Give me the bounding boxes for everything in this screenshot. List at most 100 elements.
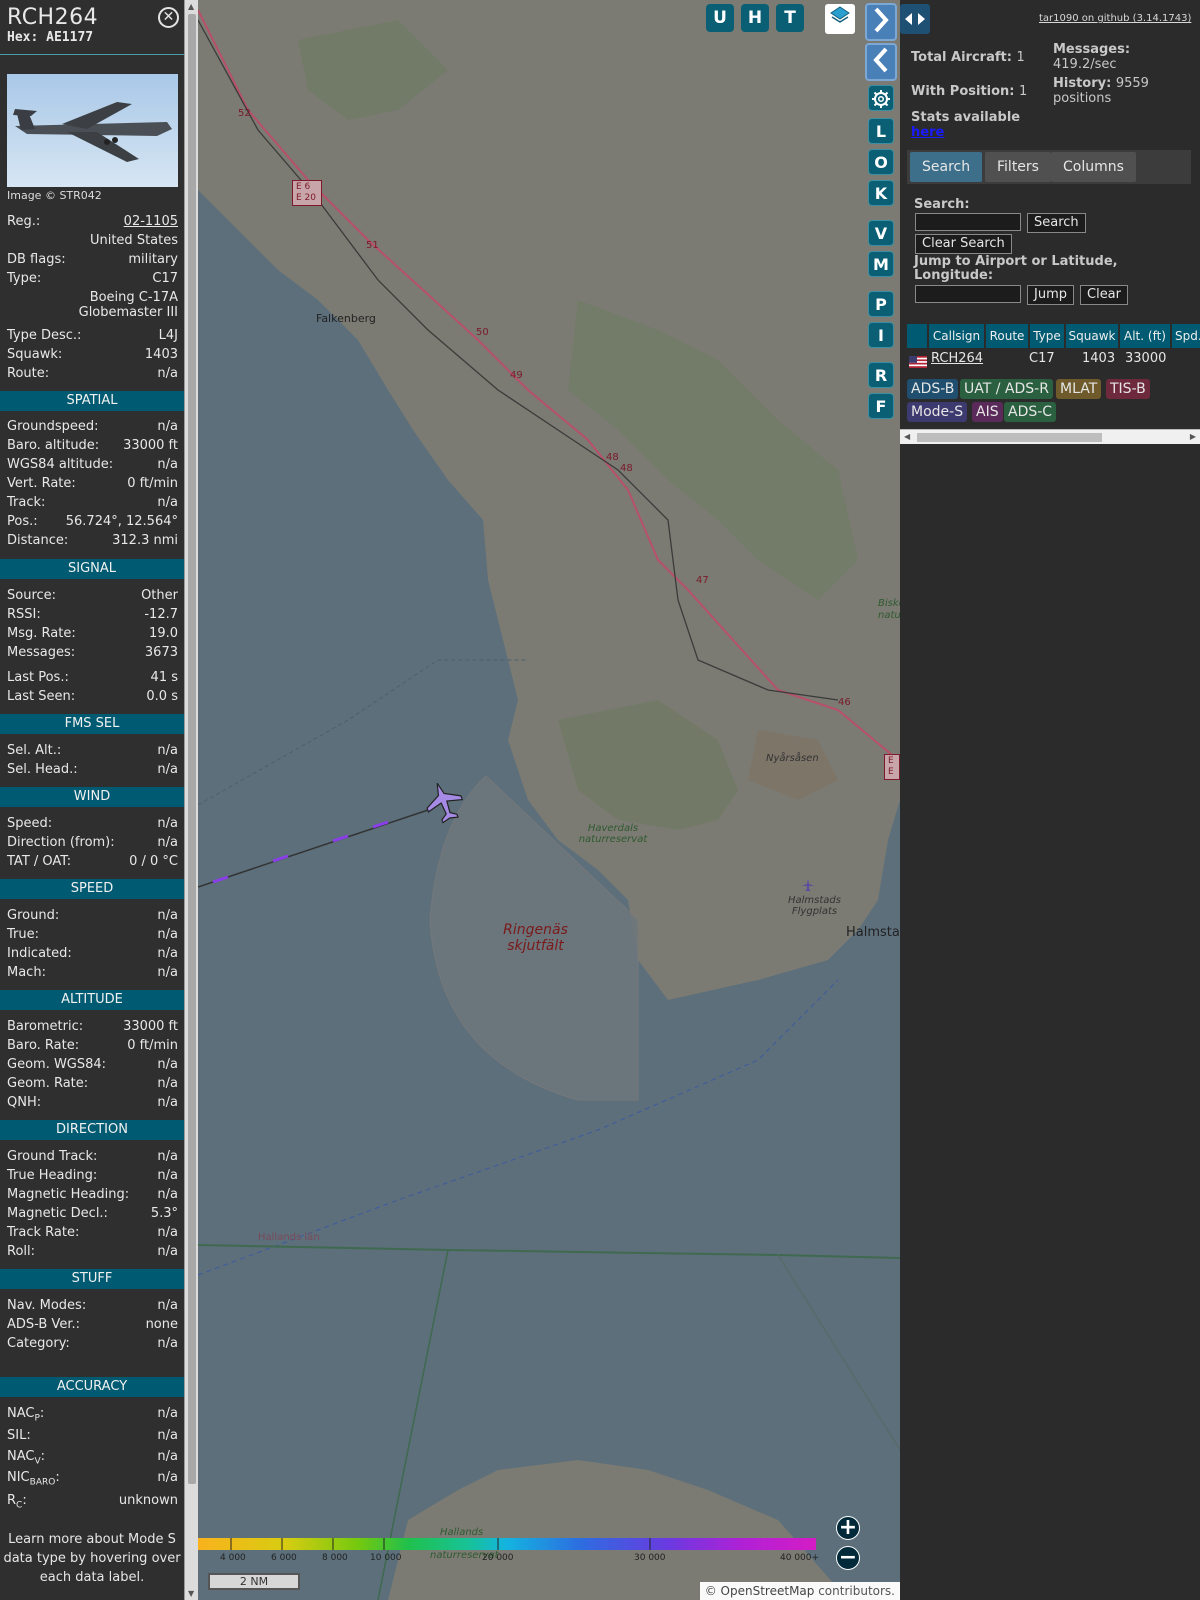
sidebar-scrollbar[interactable]: ▲ ▼: [184, 0, 198, 1600]
settings-button[interactable]: [868, 85, 894, 111]
layers-button[interactable]: [825, 4, 855, 34]
search-button[interactable]: Search: [1027, 213, 1086, 233]
road-label: 48: [620, 463, 633, 474]
info-label: Track Rate:: [7, 1225, 80, 1240]
info-value: 0 ft/min: [127, 476, 178, 491]
row-callsign-link[interactable]: RCH264: [931, 350, 983, 368]
info-row: Groundspeed: n/a: [7, 417, 178, 436]
info-row: Geom. WGS84: n/a: [7, 1055, 178, 1074]
search-label: Search:: [914, 197, 970, 212]
section-wind: WIND: [0, 787, 184, 807]
clear-search-button[interactable]: Clear Search: [915, 234, 1012, 254]
scroll-left-icon[interactable]: ◀: [904, 432, 910, 441]
toggle-v-button[interactable]: V: [868, 220, 894, 246]
zoom-out-button[interactable]: −: [836, 1546, 860, 1570]
source-legend-adsc: ADS-C: [1004, 402, 1057, 422]
tab-filters[interactable]: Filters: [985, 152, 1051, 182]
table-horizontal-scrollbar[interactable]: ◀ ▶: [900, 429, 1200, 444]
toggle-h-button[interactable]: H: [741, 4, 769, 32]
column-header-flag[interactable]: [907, 324, 927, 348]
search-input[interactable]: [915, 213, 1021, 231]
layers-icon: [830, 6, 850, 23]
next-aircraft-button[interactable]: [865, 3, 897, 41]
info-value: Other: [141, 588, 178, 603]
toggle-i-button[interactable]: I: [868, 322, 894, 348]
info-value: -12.7: [144, 607, 178, 622]
info-label: Groundspeed:: [7, 419, 99, 434]
toggle-t-button[interactable]: T: [776, 4, 804, 32]
column-header-type[interactable]: Type: [1030, 324, 1064, 348]
aircraft-icon[interactable]: [422, 780, 466, 824]
column-header-squawk[interactable]: Squawk: [1066, 324, 1118, 348]
column-header-route[interactable]: Route: [986, 324, 1028, 348]
road-label: 52: [238, 108, 251, 119]
info-value: n/a: [157, 419, 178, 434]
prev-aircraft-button[interactable]: [865, 43, 897, 81]
jump-button[interactable]: Jump: [1027, 285, 1074, 305]
info-value: 0 / 0 °C: [129, 854, 178, 869]
info-value: 0.0 s: [146, 689, 178, 704]
tab-search[interactable]: Search: [910, 152, 983, 182]
scroll-right-icon[interactable]: ▶: [1190, 432, 1196, 441]
zoom-in-button[interactable]: +: [836, 1516, 860, 1540]
aircraft-info-sidebar: RCH264 Hex: AE1177 ✕ Image © STR042 Reg.…: [0, 0, 184, 1600]
info-row: True Heading: n/a: [7, 1166, 178, 1185]
type-full-value: Boeing C-17A Globemaster III: [78, 290, 178, 320]
column-header-callsign[interactable]: Callsign: [929, 324, 984, 348]
scroll-down-icon[interactable]: ▼: [188, 1589, 194, 1598]
toggle-l-button[interactable]: L: [868, 118, 894, 144]
stats-link[interactable]: here: [911, 125, 944, 140]
info-label: Ground Track:: [7, 1149, 98, 1164]
info-label: Last Seen:: [7, 689, 76, 704]
info-label: Roll:: [7, 1244, 36, 1259]
close-icon[interactable]: ✕: [158, 7, 179, 28]
reg-link[interactable]: 02-1105: [124, 212, 178, 231]
info-value: n/a: [157, 965, 178, 980]
info-value: n/a: [157, 762, 178, 777]
altitude-tick-label: 6 000: [271, 1553, 297, 1563]
info-value: 19.0: [149, 626, 178, 641]
map-view[interactable]: Falkenberg Nyårsåsen Haverdals naturrese…: [198, 0, 900, 1600]
info-label: Geom. WGS84:: [7, 1057, 107, 1072]
expand-panel-button[interactable]: [900, 4, 930, 34]
info-value: unknown: [118, 1493, 178, 1508]
github-link[interactable]: tar1090 on github (3.14.1743): [1039, 13, 1191, 24]
toggle-p-button[interactable]: P: [868, 291, 894, 317]
clear-button[interactable]: Clear: [1080, 285, 1128, 305]
toggle-o-button[interactable]: O: [868, 149, 894, 175]
info-label: Sel. Alt.:: [7, 743, 62, 758]
info-row: True: n/a: [7, 925, 178, 944]
source-legend-modes: Mode-S: [907, 402, 968, 422]
info-row: TAT / OAT: 0 / 0 °C: [7, 852, 178, 871]
toggle-u-button[interactable]: U: [706, 4, 734, 32]
info-value: n/a: [157, 495, 178, 510]
route-value: n/a: [157, 366, 178, 381]
chevron-right-icon: [874, 7, 889, 33]
toggle-k-button[interactable]: K: [868, 180, 894, 206]
place-label: Halmstads Flygplats: [788, 895, 841, 917]
jump-input[interactable]: [915, 285, 1021, 303]
reg-label: Reg.:: [7, 214, 41, 229]
osm-link[interactable]: © OpenStreetMap: [705, 1584, 815, 1598]
info-value: n/a: [157, 1149, 178, 1164]
scrollbar-thumb[interactable]: [188, 14, 196, 1484]
info-value: n/a: [157, 1187, 178, 1202]
info-row: Track Rate: n/a: [7, 1223, 178, 1242]
toggle-f-button[interactable]: F: [868, 393, 894, 419]
info-label: Sel. Head.:: [7, 762, 78, 777]
column-header-speed[interactable]: Spd.: [1172, 324, 1200, 348]
info-label: Nav. Modes:: [7, 1298, 87, 1313]
toggle-r-button[interactable]: R: [868, 362, 894, 388]
tab-columns[interactable]: Columns: [1051, 152, 1136, 182]
info-row: Category: n/a: [7, 1334, 178, 1353]
column-header-altitude[interactable]: Alt. (ft): [1120, 324, 1170, 348]
map-canvas: [198, 0, 900, 1600]
info-value: n/a: [157, 1428, 178, 1443]
scroll-up-icon[interactable]: ▲: [188, 2, 194, 11]
scrollbar-thumb[interactable]: [917, 433, 1102, 442]
info-row: Indicated: n/a: [7, 944, 178, 963]
aircraft-photo[interactable]: [7, 74, 178, 187]
road-label: 48: [606, 452, 619, 463]
toggle-m-button[interactable]: M: [868, 251, 894, 277]
selected-callsign: RCH264: [7, 5, 99, 30]
